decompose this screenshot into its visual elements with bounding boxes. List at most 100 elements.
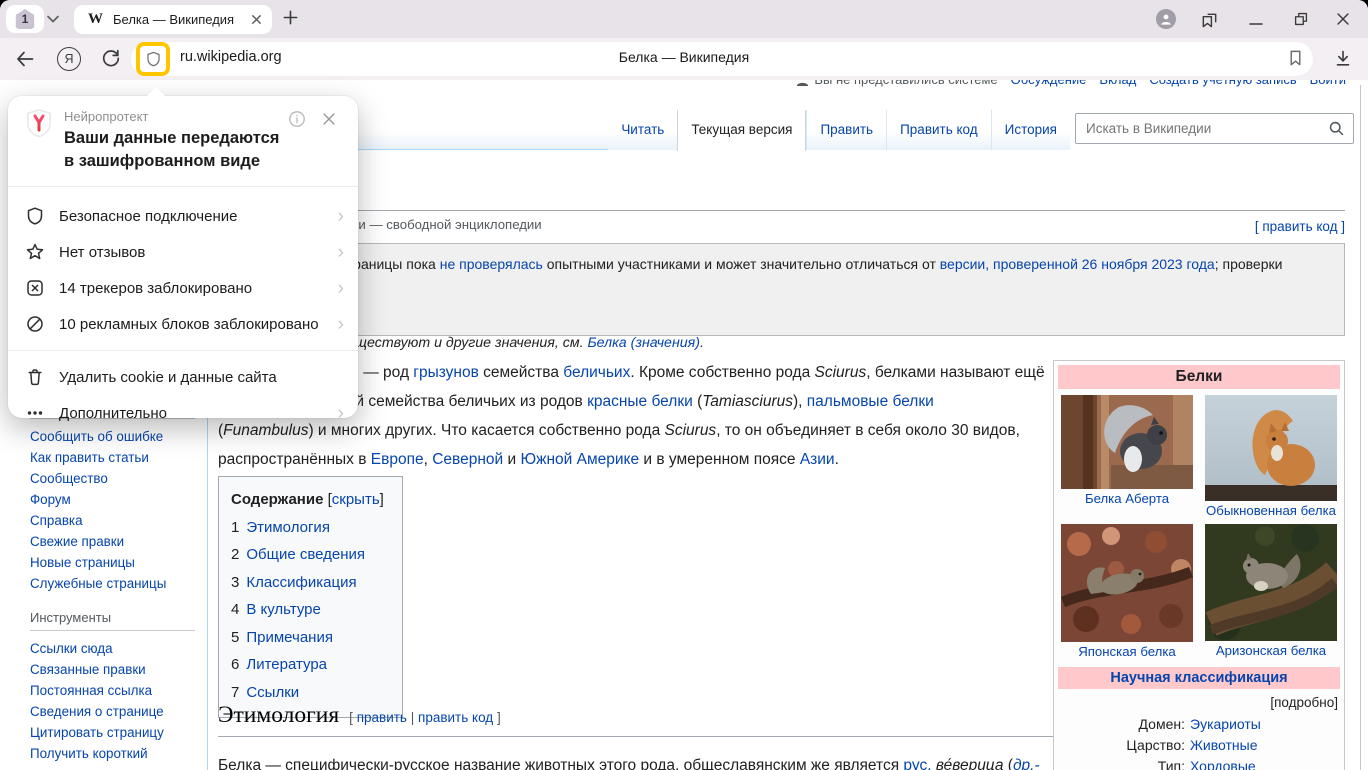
tab-counter-button[interactable]: 1 bbox=[6, 5, 44, 33]
sidebar-link-what-links-here[interactable]: Ссылки сюда bbox=[30, 641, 113, 656]
side-panel-icon[interactable] bbox=[1200, 10, 1219, 29]
tab-edit[interactable]: Править bbox=[806, 110, 886, 150]
europe-link[interactable]: Европе bbox=[371, 451, 424, 468]
palm-squirrels-link[interactable]: пальмовые белки bbox=[807, 393, 934, 410]
popup-item-trackers-blocked[interactable]: 14 трекеров заблокировано › bbox=[8, 270, 358, 306]
red-squirrel-image[interactable] bbox=[1205, 395, 1337, 501]
scientific-classification-link[interactable]: Научная классификация bbox=[1110, 670, 1287, 686]
yandex-browser-logo bbox=[24, 108, 54, 138]
scrollbar[interactable] bbox=[1360, 85, 1361, 770]
caption-abert-squirrel[interactable]: Белка Аберта bbox=[1085, 491, 1169, 506]
back-button[interactable] bbox=[14, 48, 36, 70]
taxobox-image-cell: Обыкновенная белка bbox=[1202, 395, 1340, 518]
taxobox-image-cell: Белка Аберта bbox=[1058, 395, 1196, 518]
sidebar-link-cite-page[interactable]: Цитировать страницу bbox=[30, 725, 164, 740]
phylum-link[interactable]: Хордовые bbox=[1190, 756, 1256, 770]
kingdom-link[interactable]: Животные bbox=[1190, 735, 1258, 756]
reviewed-version-link[interactable]: версии, проверенной 26 ноября 2023 года bbox=[940, 256, 1215, 272]
sidebar-link-recent-changes[interactable]: Свежие правки bbox=[30, 534, 124, 549]
tabs-dropdown-chevron-icon[interactable] bbox=[46, 14, 60, 24]
edit-source-link[interactable]: [ править код ] bbox=[1255, 219, 1345, 234]
toc-link-general[interactable]: Общие сведения bbox=[246, 546, 365, 563]
rus-link[interactable]: рус. bbox=[903, 757, 931, 770]
info-icon[interactable] bbox=[288, 110, 306, 128]
protect-shield-highlight[interactable] bbox=[136, 42, 170, 76]
search-input[interactable] bbox=[1084, 120, 1328, 137]
caption-japanese-squirrel[interactable]: Японская белка bbox=[1078, 644, 1175, 659]
not-reviewed-link[interactable]: не проверялась bbox=[440, 256, 543, 272]
disambiguation-link[interactable]: Белка (значения) bbox=[587, 335, 700, 351]
taxobox-image-cell: Аризонская белка bbox=[1202, 524, 1340, 659]
bookmark-flag-icon[interactable] bbox=[1286, 48, 1305, 68]
sidebar-link-forum[interactable]: Форум bbox=[30, 492, 71, 507]
wiki-search-box[interactable] bbox=[1075, 113, 1354, 144]
protect-shield-icon[interactable] bbox=[145, 50, 162, 68]
sidebar-link-new-pages[interactable]: Новые страницы bbox=[30, 555, 135, 570]
caption-arizona-squirrel[interactable]: Аризонская белка bbox=[1216, 643, 1326, 658]
toc-header: Содержание bbox=[231, 491, 323, 508]
yandex-home-button[interactable]: Я bbox=[57, 47, 81, 71]
search-icon[interactable] bbox=[1328, 120, 1345, 137]
toc-link-culture[interactable]: В культуре bbox=[246, 601, 321, 618]
toc-link-literature[interactable]: Литература bbox=[246, 656, 327, 673]
old-rus-link[interactable]: др.- bbox=[1013, 757, 1040, 770]
sidebar-link-report-error[interactable]: Сообщить об ошибке bbox=[30, 429, 163, 444]
sidebar-link-short-url[interactable]: Получить короткий bbox=[30, 746, 148, 761]
toc-link-etymology[interactable]: Этимология bbox=[246, 519, 330, 536]
close-window-button[interactable] bbox=[1334, 10, 1352, 28]
toc-hide-toggle[interactable]: скрыть bbox=[332, 491, 380, 508]
blocked-tracker-icon bbox=[25, 278, 45, 298]
caption-red-squirrel[interactable]: Обыкновенная белка bbox=[1206, 503, 1336, 518]
address-bar[interactable] bbox=[131, 42, 1313, 76]
new-tab-button[interactable] bbox=[282, 9, 299, 26]
downloads-icon[interactable] bbox=[1333, 48, 1353, 68]
popup-item-delete-cookies[interactable]: Удалить cookie и данные сайта bbox=[8, 359, 358, 395]
toc-item: 6Литература bbox=[231, 651, 384, 679]
refresh-button[interactable] bbox=[100, 47, 122, 69]
north-link[interactable]: Северной bbox=[432, 451, 503, 468]
japanese-squirrel-image[interactable] bbox=[1061, 524, 1193, 642]
tab-edit-source[interactable]: Править код bbox=[886, 110, 991, 150]
sidebar-link-help[interactable]: Справка bbox=[30, 513, 83, 528]
rodents-link[interactable]: грызунов bbox=[413, 364, 479, 381]
section-edit-link[interactable]: править bbox=[357, 710, 407, 725]
sciuridae-link[interactable]: беличьих bbox=[563, 364, 630, 381]
trash-icon bbox=[25, 367, 45, 387]
sidebar-link-special-pages[interactable]: Служебные страницы bbox=[30, 576, 166, 591]
sidebar-link-how-to-edit[interactable]: Как править статьи bbox=[30, 450, 149, 465]
south-america-link[interactable]: Южной Америке bbox=[520, 451, 639, 468]
arizona-squirrel-image[interactable] bbox=[1205, 524, 1337, 641]
abert-squirrel-image[interactable] bbox=[1061, 395, 1193, 489]
toc-link-links[interactable]: Ссылки bbox=[246, 684, 299, 701]
section-edit-source-link[interactable]: править код bbox=[418, 710, 493, 725]
popup-close-icon[interactable] bbox=[320, 110, 338, 128]
popup-item-ads-blocked[interactable]: 10 рекламных блоков заблокировано › bbox=[8, 306, 358, 342]
sidebar-link-related-changes[interactable]: Связанные правки bbox=[30, 662, 146, 677]
profile-avatar[interactable] bbox=[1156, 9, 1176, 29]
tab-close-icon[interactable] bbox=[251, 14, 262, 25]
toc-link-classification[interactable]: Классификация bbox=[246, 574, 356, 591]
sidebar-link-community[interactable]: Сообщество bbox=[30, 471, 108, 486]
sidebar-link-permanent-link[interactable]: Постоянная ссылка bbox=[30, 683, 152, 698]
red-squirrels-link[interactable]: красные белки bbox=[587, 393, 693, 410]
shield-icon bbox=[25, 206, 45, 226]
taxobox-title: Белки bbox=[1058, 365, 1340, 389]
url-text[interactable]: ru.wikipedia.org bbox=[180, 49, 282, 65]
tab-strip: 1 W Белка — Википедия bbox=[0, 0, 1368, 38]
asia-link[interactable]: Азии bbox=[800, 451, 835, 468]
restore-window-button[interactable] bbox=[1292, 10, 1310, 28]
tab-read[interactable]: Читать bbox=[608, 110, 677, 150]
minimize-button[interactable] bbox=[1248, 13, 1264, 27]
toc-link-notes[interactable]: Примечания bbox=[246, 629, 333, 646]
tab-current-version[interactable]: Текущая версия bbox=[677, 110, 806, 151]
popup-item-more[interactable]: Дополнительно › bbox=[8, 395, 358, 431]
sidebar-link-page-info[interactable]: Сведения о странице bbox=[30, 704, 164, 719]
classification-details-link[interactable]: [подробно] bbox=[1058, 695, 1338, 710]
toc-item: 5Примечания bbox=[231, 624, 384, 652]
tab-title: Белка — Википедия bbox=[113, 12, 251, 27]
popup-item-reviews[interactable]: Нет отзывов › bbox=[8, 234, 358, 270]
popup-item-secure-connection[interactable]: Безопасное подключение › bbox=[8, 198, 358, 234]
browser-tab-active[interactable]: W Белка — Википедия bbox=[74, 5, 272, 34]
domain-link[interactable]: Эукариоты bbox=[1190, 714, 1261, 735]
tab-history[interactable]: История bbox=[991, 110, 1070, 150]
